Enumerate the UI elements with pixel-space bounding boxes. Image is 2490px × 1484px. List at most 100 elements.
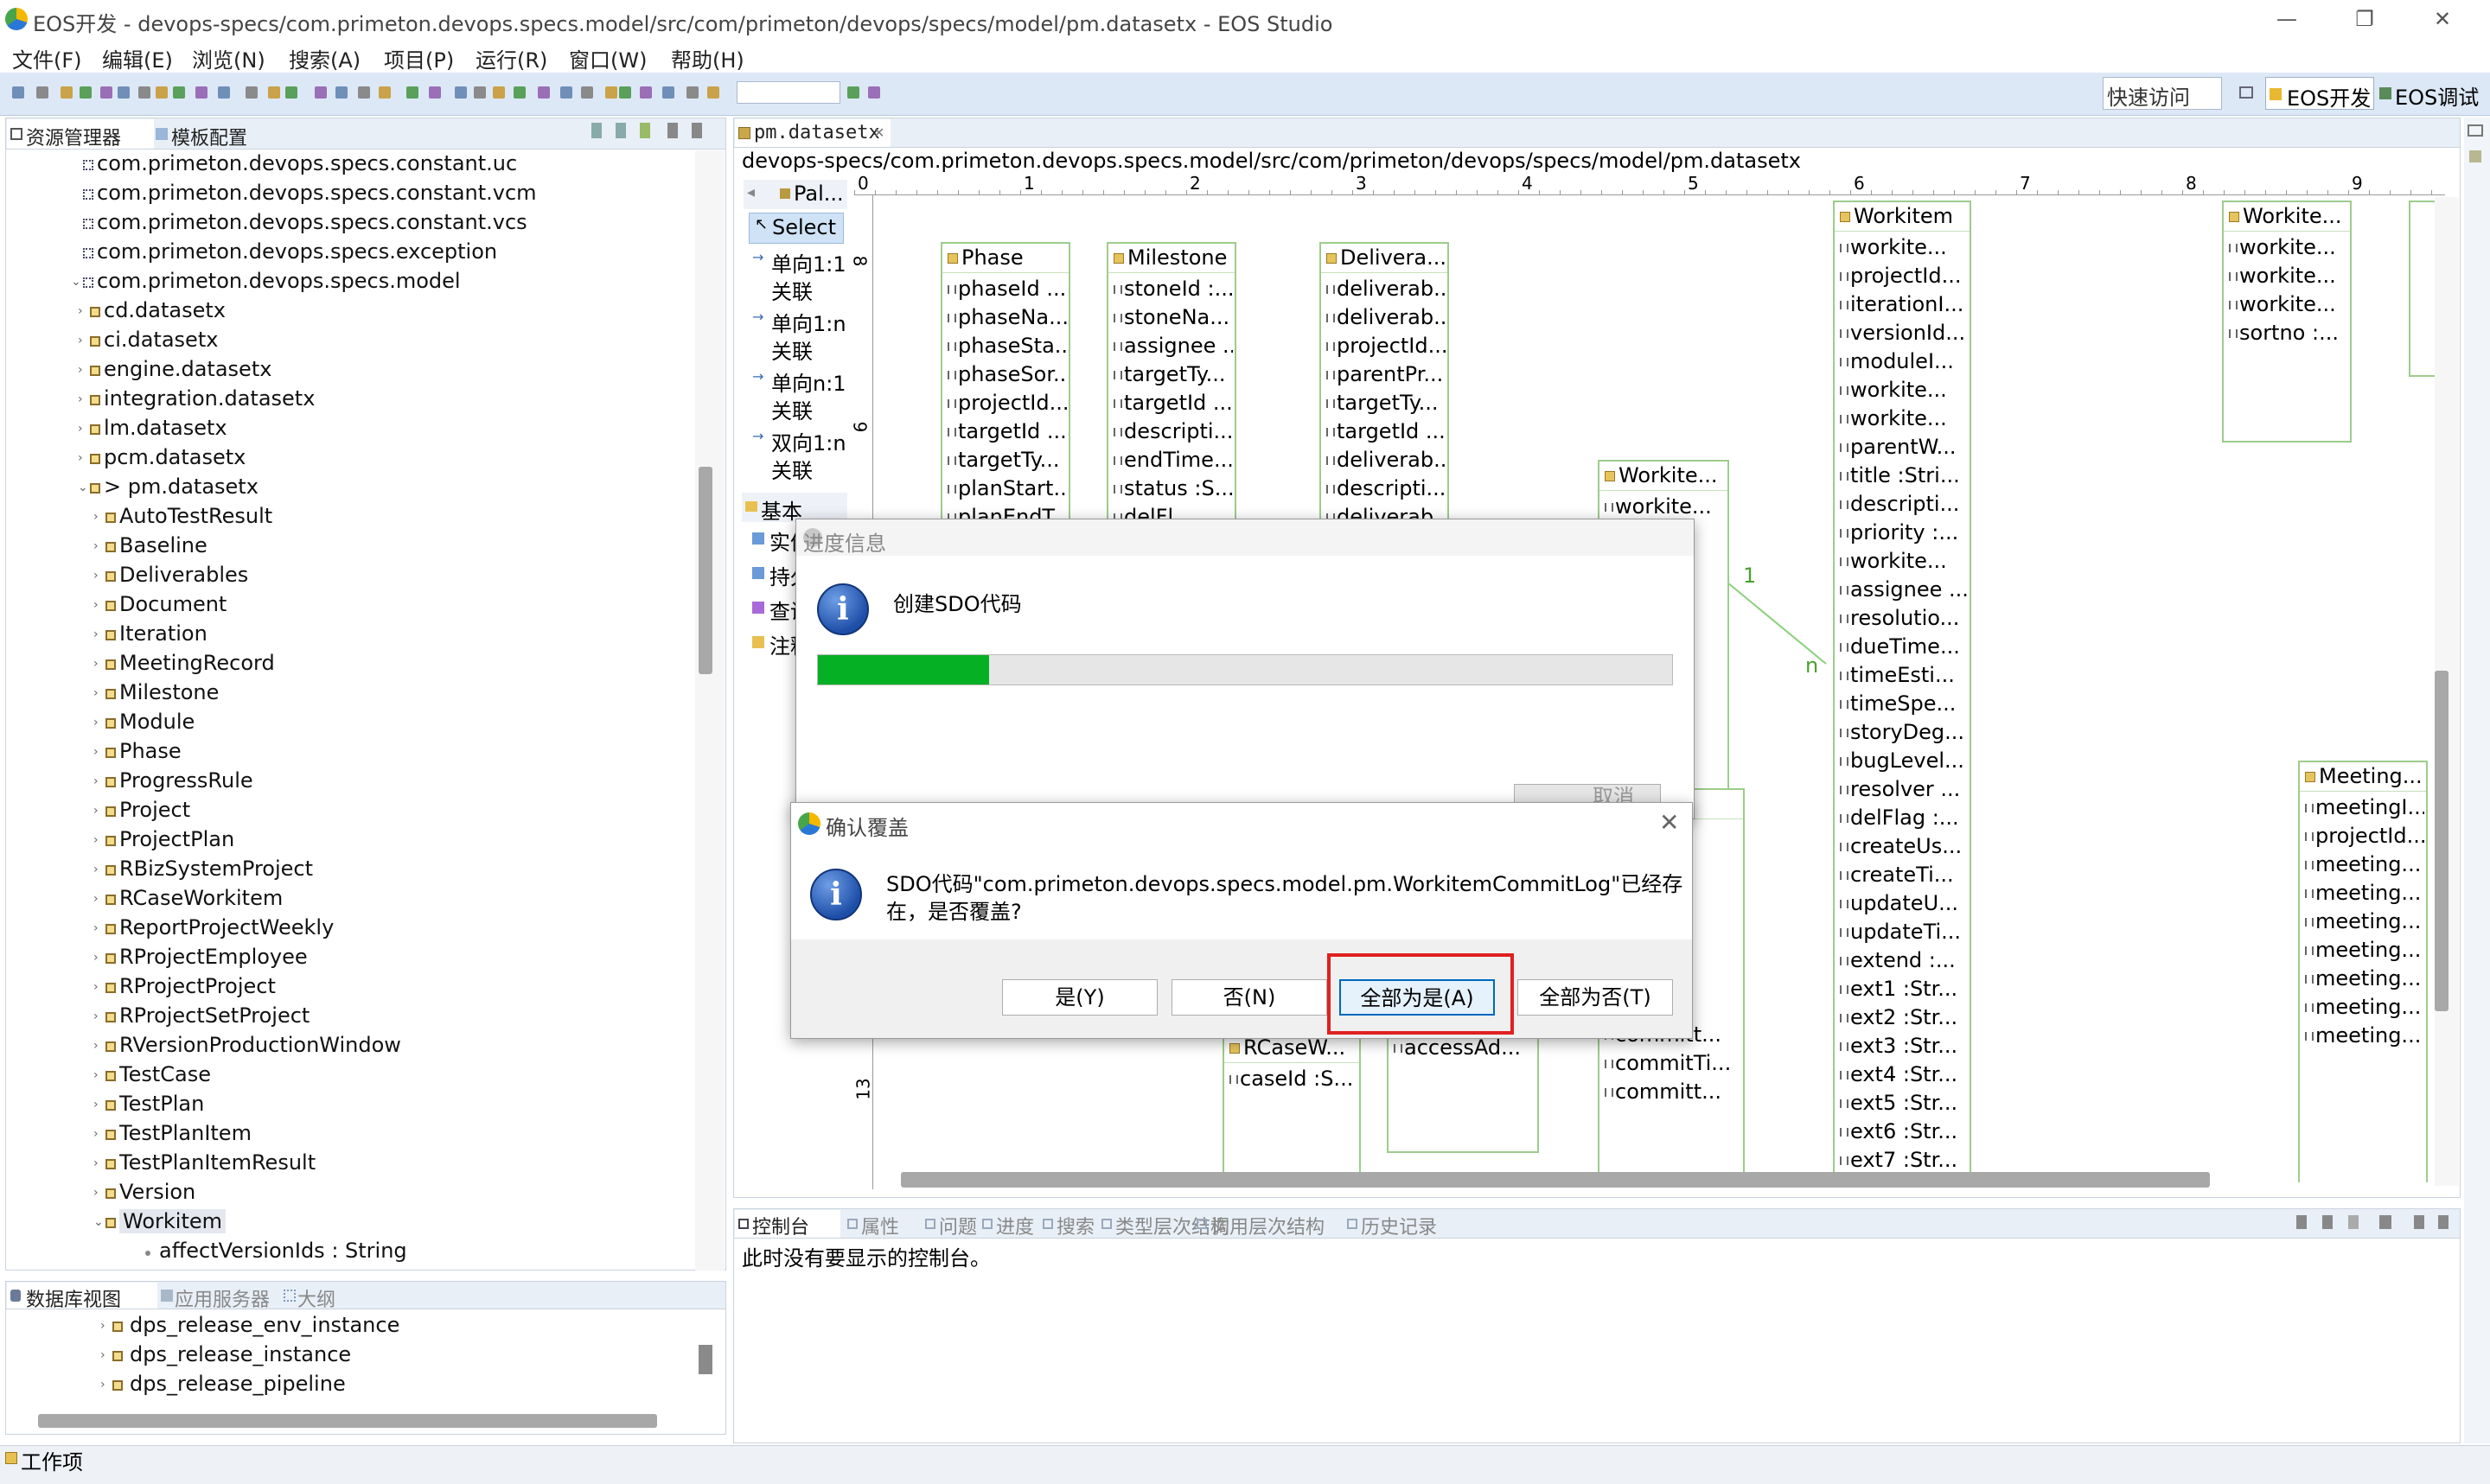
tree-expand-icon[interactable]: › (93, 657, 99, 671)
toolbar-icon[interactable] (358, 86, 370, 99)
tree-expand-icon[interactable]: › (93, 1156, 99, 1170)
toolbar-icon[interactable] (195, 86, 208, 99)
menu-file[interactable]: 文件(F) (12, 43, 82, 73)
yes-button[interactable]: 是(Y) (1002, 979, 1158, 1016)
tree-expand-icon[interactable]: › (93, 1186, 99, 1200)
toolbar-icon[interactable] (429, 86, 441, 99)
editor-tab-close-icon[interactable]: ✕ (873, 124, 884, 141)
db-view-tab[interactable]: 数据库视图 (7, 1283, 157, 1311)
toolbar-icon[interactable] (218, 86, 230, 99)
tree-expand-icon[interactable]: › (93, 716, 99, 729)
no-to-all-button[interactable]: 全部为否(T) (1517, 979, 1673, 1016)
canvas-vscroll-thumb[interactable] (2435, 671, 2448, 1011)
toolbar-icon[interactable] (847, 86, 859, 99)
toolbar-icon[interactable] (581, 86, 593, 99)
toolbar-icon[interactable] (560, 86, 572, 99)
toolbar-icon[interactable] (474, 86, 486, 99)
menu-search[interactable]: 搜索(A) (289, 43, 361, 73)
palette-relation-item[interactable]: → 单向1:n 关联 (749, 309, 846, 366)
tree-item[interactable]: › ReportProjectWeekly (7, 914, 690, 944)
db-scroll-thumb[interactable] (699, 1345, 712, 1374)
tree-expand-icon[interactable]: › (78, 392, 83, 406)
palette-header[interactable]: ◂ Pal... (744, 180, 847, 209)
tree-item[interactable]: com.primeton.devops.specs.constant.vcm (7, 180, 690, 209)
toolbar-icon[interactable] (315, 86, 327, 99)
toolbar-icon[interactable] (686, 86, 699, 99)
tree-expand-icon[interactable]: › (93, 774, 99, 788)
tree-item[interactable]: › AutoTestResult (7, 503, 690, 532)
tree-expand-icon[interactable]: › (78, 451, 83, 465)
toolbar-icon[interactable] (379, 86, 391, 99)
explorer-view-menu-icons[interactable] (591, 123, 721, 138)
toolbar-icon[interactable] (605, 86, 617, 99)
toolbar-icon[interactable] (662, 86, 674, 99)
open-perspective-icon[interactable] (2239, 86, 2253, 99)
tree-item[interactable]: com.primeton.devops.specs.constant.vcs (7, 209, 690, 239)
db-tree-item[interactable]: › dps_release_instance (7, 1341, 690, 1371)
toolbar-icon[interactable] (335, 86, 348, 99)
tree-expand-icon[interactable]: › (93, 1098, 99, 1111)
toolbar-icon[interactable] (138, 86, 150, 99)
tree-expand-icon[interactable]: › (93, 1068, 99, 1082)
toolbar-icon[interactable] (100, 86, 112, 99)
tree-item[interactable]: › pcm.datasetx (7, 444, 690, 474)
tree-expand-icon[interactable]: ⌄ (93, 1215, 104, 1229)
tree-item[interactable]: › Phase (7, 738, 690, 767)
toolbar-icon[interactable] (538, 86, 550, 99)
toolbar-icon[interactable] (36, 86, 48, 99)
close-button[interactable]: ✕ (2404, 0, 2481, 40)
palette-relation-item[interactable]: → 双向1:n 关联 (749, 428, 846, 485)
tree-expand-icon[interactable]: › (93, 745, 99, 759)
app-server-tab[interactable]: 应用服务器 (157, 1283, 278, 1311)
minimize-button[interactable]: — (2248, 0, 2326, 40)
tree-expand-icon[interactable]: › (93, 892, 99, 906)
toolbar-icon[interactable] (61, 86, 73, 99)
tree-expand-icon[interactable]: › (78, 422, 83, 436)
tree-expand-icon[interactable]: › (93, 921, 99, 935)
tree-expand-icon[interactable]: › (93, 833, 99, 847)
tree-item[interactable]: › Baseline (7, 532, 690, 562)
menu-window[interactable]: 窗口(W) (569, 43, 647, 73)
toolbar-icon[interactable] (514, 86, 526, 99)
entity-box[interactable]: Workitem workite... projectId... iterationI… (1833, 201, 1971, 1182)
console-view-menu-icons[interactable] (2296, 1215, 2452, 1229)
tree-expand-icon[interactable]: › (100, 1378, 105, 1392)
tree-item[interactable]: › Deliverables (7, 562, 690, 591)
tree-expand-icon[interactable]: › (93, 569, 99, 583)
palette-basic-drawer[interactable]: 基本 (742, 493, 847, 524)
menu-help[interactable]: 帮助(H) (671, 43, 744, 73)
palette-relation-item[interactable]: → 单向n:1 关联 (749, 368, 846, 425)
yes-to-all-button[interactable]: 全部为是(A) (1339, 979, 1495, 1016)
toolbar-icon[interactable] (640, 86, 652, 99)
tree-item[interactable]: › RCaseWorkitem (7, 885, 690, 914)
palette-select-tool[interactable]: ↖ Select (749, 213, 844, 244)
palette-collapse-icon[interactable]: ◂ (747, 183, 755, 201)
explorer-scrollbar[interactable] (695, 150, 725, 1271)
tree-expand-icon[interactable]: › (93, 863, 99, 876)
outline-tab[interactable]: 大纲 (280, 1283, 349, 1311)
tree-expand-icon[interactable]: › (93, 1010, 99, 1023)
tree-item[interactable]: › Version (7, 1179, 690, 1208)
quick-access-input[interactable]: 快速访问 (2103, 77, 2222, 110)
entity-box[interactable]: Meeting... meetingI... projectId... meeting… (2298, 761, 2428, 1182)
toolbar-icon[interactable] (707, 86, 719, 99)
tree-item[interactable]: com.primeton.devops.specs.exception (7, 239, 690, 268)
tree-expand-icon[interactable]: › (78, 363, 83, 377)
perspective-eos-debug[interactable]: EOS调试 (2378, 77, 2487, 110)
entity-box[interactable]: RCaseW... caseId :S... (1223, 1032, 1361, 1182)
entity-box[interactable]: Workite... workite... workite... workite...… (2222, 201, 2352, 443)
template-config-tab[interactable]: 模板配置 (152, 119, 299, 150)
toolbar-icon[interactable] (455, 86, 467, 99)
entity-box-partial[interactable] (2409, 201, 2435, 377)
tree-item[interactable]: › RBizSystemProject (7, 856, 690, 885)
toolbar-icon[interactable] (268, 86, 280, 99)
tree-expand-icon[interactable]: › (93, 686, 99, 700)
tree-item[interactable]: › Milestone (7, 679, 690, 709)
tree-item[interactable]: › RVersionProductionWindow (7, 1032, 690, 1061)
tree-expand-icon[interactable]: › (93, 598, 99, 612)
relation-line[interactable] (1727, 582, 1827, 665)
tree-expand-icon[interactable]: ⌄ (78, 481, 88, 494)
tree-item[interactable]: com.primeton.devops.specs.constant.uc (7, 150, 690, 180)
tree-item[interactable]: ⌄ > pm.datasetx (7, 474, 690, 503)
console-tab[interactable]: 控制台 (735, 1210, 840, 1239)
